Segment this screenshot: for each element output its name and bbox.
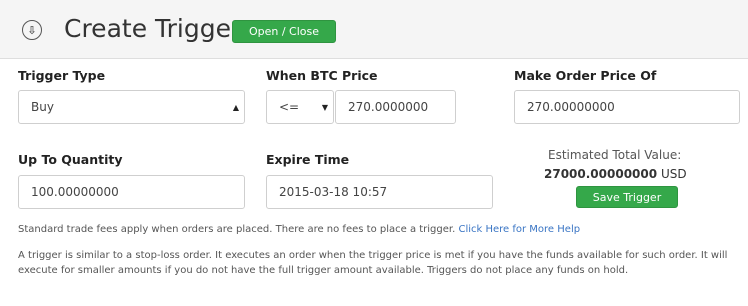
circle-arrow-icon: ⇩ <box>22 20 42 40</box>
estimated-currency: USD <box>660 167 687 181</box>
make-order-price-label: Make Order Price Of <box>514 68 657 83</box>
fees-note-text: Standard trade fees apply when orders ar… <box>18 224 456 235</box>
expire-time-label: Expire Time <box>266 152 350 167</box>
trigger-type-value: Buy <box>31 100 54 114</box>
quantity-label: Up To Quantity <box>18 152 123 167</box>
quantity-value: 100.00000000 <box>31 185 119 199</box>
panel-header: ⇩ Create Trigger Open / Close <box>0 0 748 59</box>
operator-select[interactable]: <= ▼ <box>266 90 334 124</box>
save-trigger-button[interactable]: Save Trigger <box>576 186 678 208</box>
create-trigger-panel: ⇩ Create Trigger Open / Close Trigger Ty… <box>0 0 748 306</box>
chevron-down-icon: ▼ <box>321 103 328 112</box>
make-order-price-value: 270.00000000 <box>527 100 615 114</box>
estimated-total-value: 27000.00000000 USD <box>544 167 687 181</box>
when-price-label: When BTC Price <box>266 68 378 83</box>
trigger-type-select[interactable]: Buy ▲ <box>18 90 245 124</box>
trigger-type-label: Trigger Type <box>18 68 106 83</box>
chevron-down-icon: ▲ <box>232 103 239 112</box>
estimated-amount: 27000.00000000 <box>544 167 658 181</box>
quantity-input[interactable]: 100.00000000 <box>18 175 245 209</box>
estimated-total-label: Estimated Total Value: <box>548 148 682 162</box>
fees-note: Standard trade fees apply when orders ar… <box>18 224 580 235</box>
expire-time-value: 2015-03-18 10:57 <box>279 185 388 199</box>
operator-value: <= <box>279 100 300 114</box>
more-help-link[interactable]: Click Here for More Help <box>458 224 580 235</box>
page-title: Create Trigger <box>64 14 242 43</box>
when-price-input[interactable]: 270.0000000 <box>335 90 456 124</box>
trigger-description: A trigger is similar to a stop-loss orde… <box>18 250 728 276</box>
expire-time-input[interactable]: 2015-03-18 10:57 <box>266 175 493 209</box>
open-close-button[interactable]: Open / Close <box>232 20 336 43</box>
when-price-value: 270.0000000 <box>348 100 429 114</box>
make-order-price-input[interactable]: 270.00000000 <box>514 90 740 124</box>
